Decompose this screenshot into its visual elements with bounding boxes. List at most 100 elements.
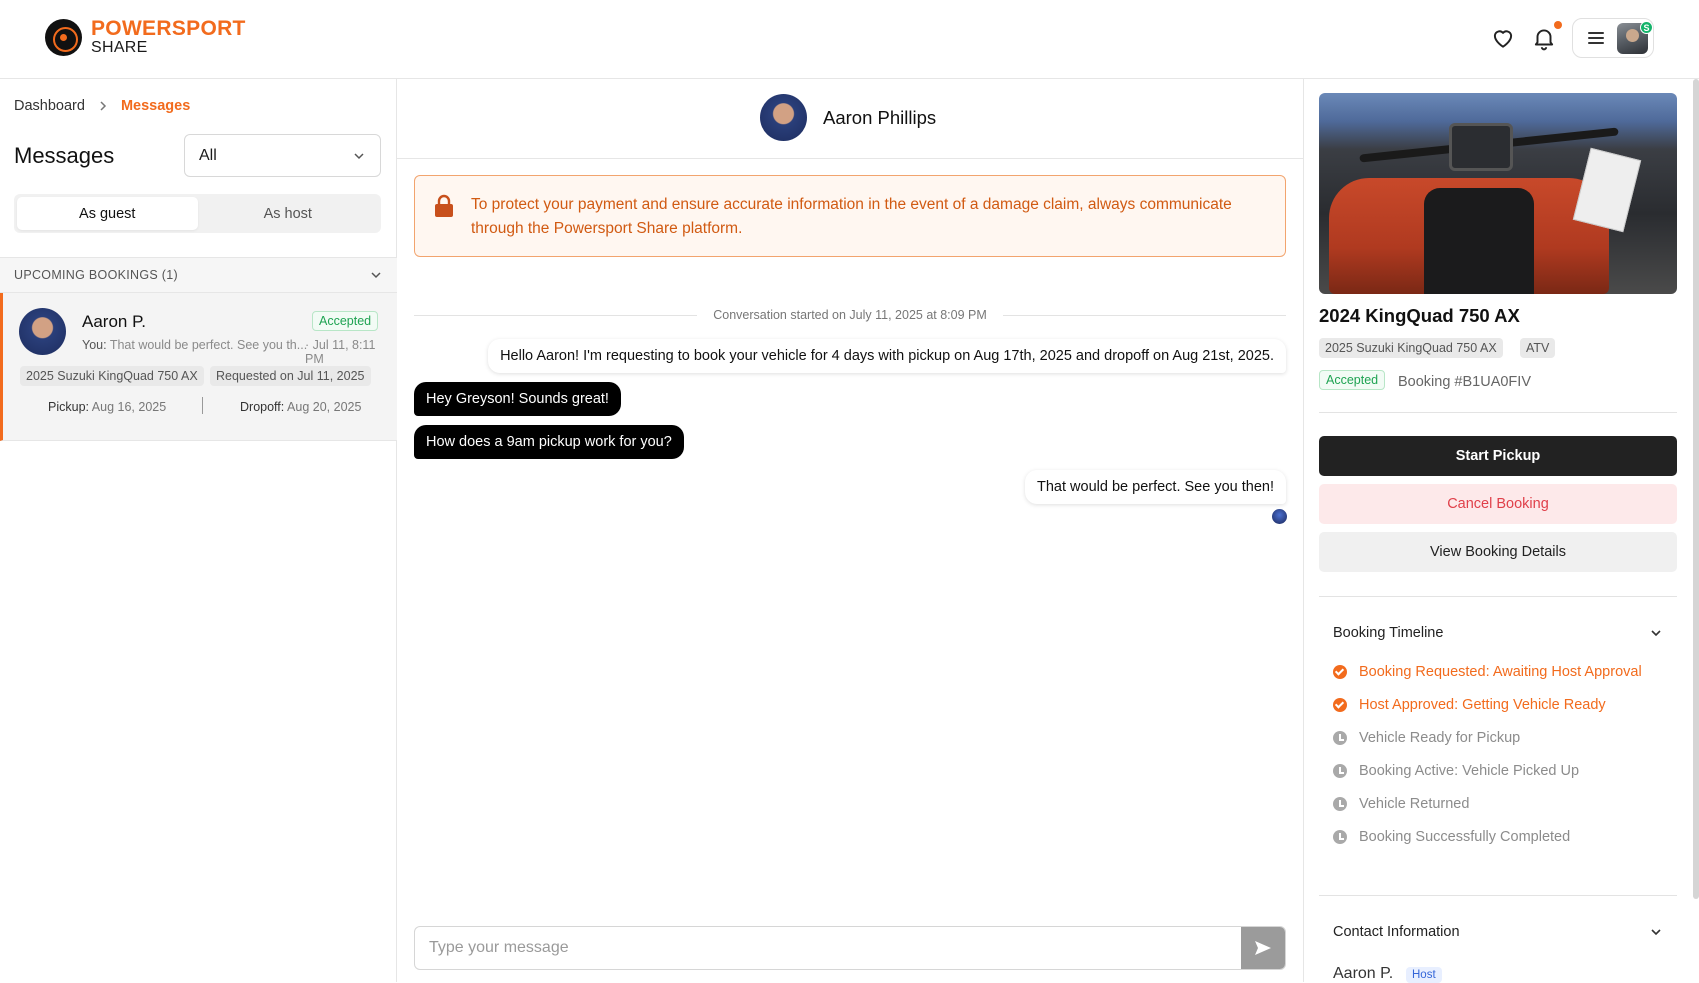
safety-notice: To protect your payment and ensure accur… <box>414 175 1286 257</box>
send-button[interactable] <box>1241 927 1285 969</box>
dropoff-label: Dropoff: <box>240 400 285 414</box>
divider <box>1319 412 1677 413</box>
conversation-item[interactable]: Aaron P. Accepted You: That would be per… <box>0 293 397 441</box>
vehicle-type-chip: ATV <box>1520 338 1556 358</box>
chevron-down-icon <box>1651 630 1661 637</box>
message-bubble-received: Hey Greyson! Sounds great! <box>414 382 621 416</box>
logo-line1: POWERSPORT <box>91 17 246 40</box>
view-booking-details-button[interactable]: View Booking Details <box>1319 532 1677 572</box>
conversation-started-text: Conversation started on July 11, 2025 at… <box>713 308 987 322</box>
message-bubble-sent: That would be perfect. See you then! <box>1025 470 1286 504</box>
tab-as-host[interactable]: As host <box>198 197 379 230</box>
timeline-step: Booking Requested: Awaiting Host Approva… <box>1333 664 1642 680</box>
hamburger-icon <box>1588 32 1604 44</box>
chat-contact-avatar[interactable] <box>760 94 807 141</box>
top-header: POWERSPORT SHARE S <box>0 0 1699 79</box>
vehicle-title: 2024 KingQuad 750 AX <box>1319 305 1520 326</box>
message-bubble-received: How does a 9am pickup work for you? <box>414 425 684 459</box>
timeline-step-label: Booking Requested: Awaiting Host Approva… <box>1359 664 1642 680</box>
heart-icon[interactable] <box>1490 25 1516 51</box>
pickup-label: Pickup: <box>48 400 89 414</box>
clock-icon <box>1333 764 1347 778</box>
send-icon <box>1255 941 1271 955</box>
upcoming-bookings-label: UPCOMING BOOKINGS (1) <box>14 268 178 282</box>
conversation-start-divider: Conversation started on July 11, 2025 at… <box>414 305 1287 325</box>
divider <box>1319 895 1677 896</box>
conversation-name: Aaron P. <box>82 312 146 331</box>
timeline-step: Booking Active: Vehicle Picked Up <box>1333 763 1579 779</box>
breadcrumb: Dashboard Messages <box>14 98 190 114</box>
timeline-step-label: Booking Active: Vehicle Picked Up <box>1359 763 1580 779</box>
bell-icon[interactable] <box>1531 25 1557 51</box>
timeline-step-label: Booking Successfully Completed <box>1359 829 1571 845</box>
status-badge: Accepted <box>312 311 379 331</box>
read-receipt-avatar <box>1272 509 1287 524</box>
timeline-step-label: Vehicle Returned <box>1359 796 1470 812</box>
booking-timeline-header[interactable]: Booking Timeline <box>1333 625 1663 641</box>
message-filter-select[interactable]: All <box>184 134 381 177</box>
message-composer <box>414 926 1286 970</box>
logo-line2: SHARE <box>91 39 148 56</box>
upcoming-bookings-header[interactable]: UPCOMING BOOKINGS (1) <box>0 257 397 293</box>
timeline-step: Host Approved: Getting Vehicle Ready <box>1333 697 1606 713</box>
panel-scrollbar[interactable] <box>1693 79 1699 899</box>
dropoff-date: Dropoff: Aug 20, 2025 <box>240 400 361 414</box>
chevron-down-icon <box>1651 929 1661 936</box>
filter-selected-value: All <box>199 146 217 164</box>
divider <box>202 397 203 414</box>
logo-text: POWERSPORT SHARE <box>91 18 246 56</box>
booking-timeline-title: Booking Timeline <box>1333 625 1444 641</box>
contact-info-title: Contact Information <box>1333 924 1460 940</box>
vehicle-model-chip: 2025 Suzuki KingQuad 750 AX <box>1319 338 1503 358</box>
vehicle-chip: 2025 Suzuki KingQuad 750 AX <box>20 366 204 386</box>
contact-info-header[interactable]: Contact Information <box>1333 924 1663 940</box>
clock-icon <box>1333 797 1347 811</box>
chat-header: Aaron Phillips <box>397 79 1303 159</box>
logo-wheel-icon <box>45 18 82 56</box>
check-circle-icon <box>1333 665 1347 679</box>
booking-panel: 2024 KingQuad 750 AX 2025 Suzuki KingQua… <box>1303 79 1699 983</box>
pickup-date: Pickup: Aug 16, 2025 <box>48 400 166 414</box>
tab-as-guest[interactable]: As guest <box>17 197 198 230</box>
preview-sender: You: <box>82 338 107 352</box>
clock-icon <box>1333 731 1347 745</box>
page-title: Messages <box>14 143 115 168</box>
notification-dot <box>1554 21 1562 29</box>
chevron-down-icon <box>354 152 364 159</box>
message-preview: You: That would be perfect. See you th..… <box>82 338 307 352</box>
notice-text: To protect your payment and ensure accur… <box>471 196 1232 237</box>
role-toggle: As guest As host <box>14 194 381 233</box>
timeline-step-label: Vehicle Ready for Pickup <box>1359 730 1521 746</box>
profile-status-badge: S <box>1640 21 1653 34</box>
breadcrumb-dashboard-link[interactable]: Dashboard <box>14 98 85 114</box>
chevron-right-icon <box>100 101 106 111</box>
clock-icon <box>1333 830 1347 844</box>
timeline-step: Vehicle Ready for Pickup <box>1333 730 1520 746</box>
chat-panel: Aaron Phillips To protect your payment a… <box>397 79 1303 982</box>
booking-id: Booking #B1UA0FIV <box>1398 374 1531 390</box>
vehicle-photo[interactable] <box>1319 93 1677 294</box>
start-pickup-button[interactable]: Start Pickup <box>1319 436 1677 476</box>
booking-status-badge: Accepted <box>1319 370 1386 390</box>
powersport-share-logo[interactable]: POWERSPORT SHARE <box>45 18 246 56</box>
pickup-value: Aug 16, 2025 <box>91 400 167 414</box>
requested-chip: Requested on Jul 11, 2025 <box>210 366 371 386</box>
message-bubble-sent: Hello Aaron! I'm requesting to book your… <box>488 339 1286 373</box>
contact-name: Aaron P. <box>1333 965 1394 982</box>
lock-icon <box>435 194 453 217</box>
account-menu-button[interactable]: S <box>1572 18 1654 58</box>
cancel-booking-button[interactable]: Cancel Booking <box>1319 484 1677 524</box>
chevron-down-icon <box>371 272 381 279</box>
preview-text: That would be perfect. See you th... <box>109 338 308 352</box>
dropoff-value: Aug 20, 2025 <box>287 400 362 414</box>
chat-contact-name: Aaron Phillips <box>823 107 937 128</box>
host-badge: Host <box>1406 967 1442 983</box>
breadcrumb-current: Messages <box>120 98 191 114</box>
message-input[interactable] <box>415 927 1241 969</box>
divider <box>1319 596 1677 597</box>
check-circle-icon <box>1333 698 1347 712</box>
message-time: · Jul 11, 8:11 PM <box>305 338 376 366</box>
timeline-step-label: Host Approved: Getting Vehicle Ready <box>1359 697 1606 713</box>
timeline-step: Booking Successfully Completed <box>1333 829 1570 845</box>
timeline-step: Vehicle Returned <box>1333 796 1469 812</box>
